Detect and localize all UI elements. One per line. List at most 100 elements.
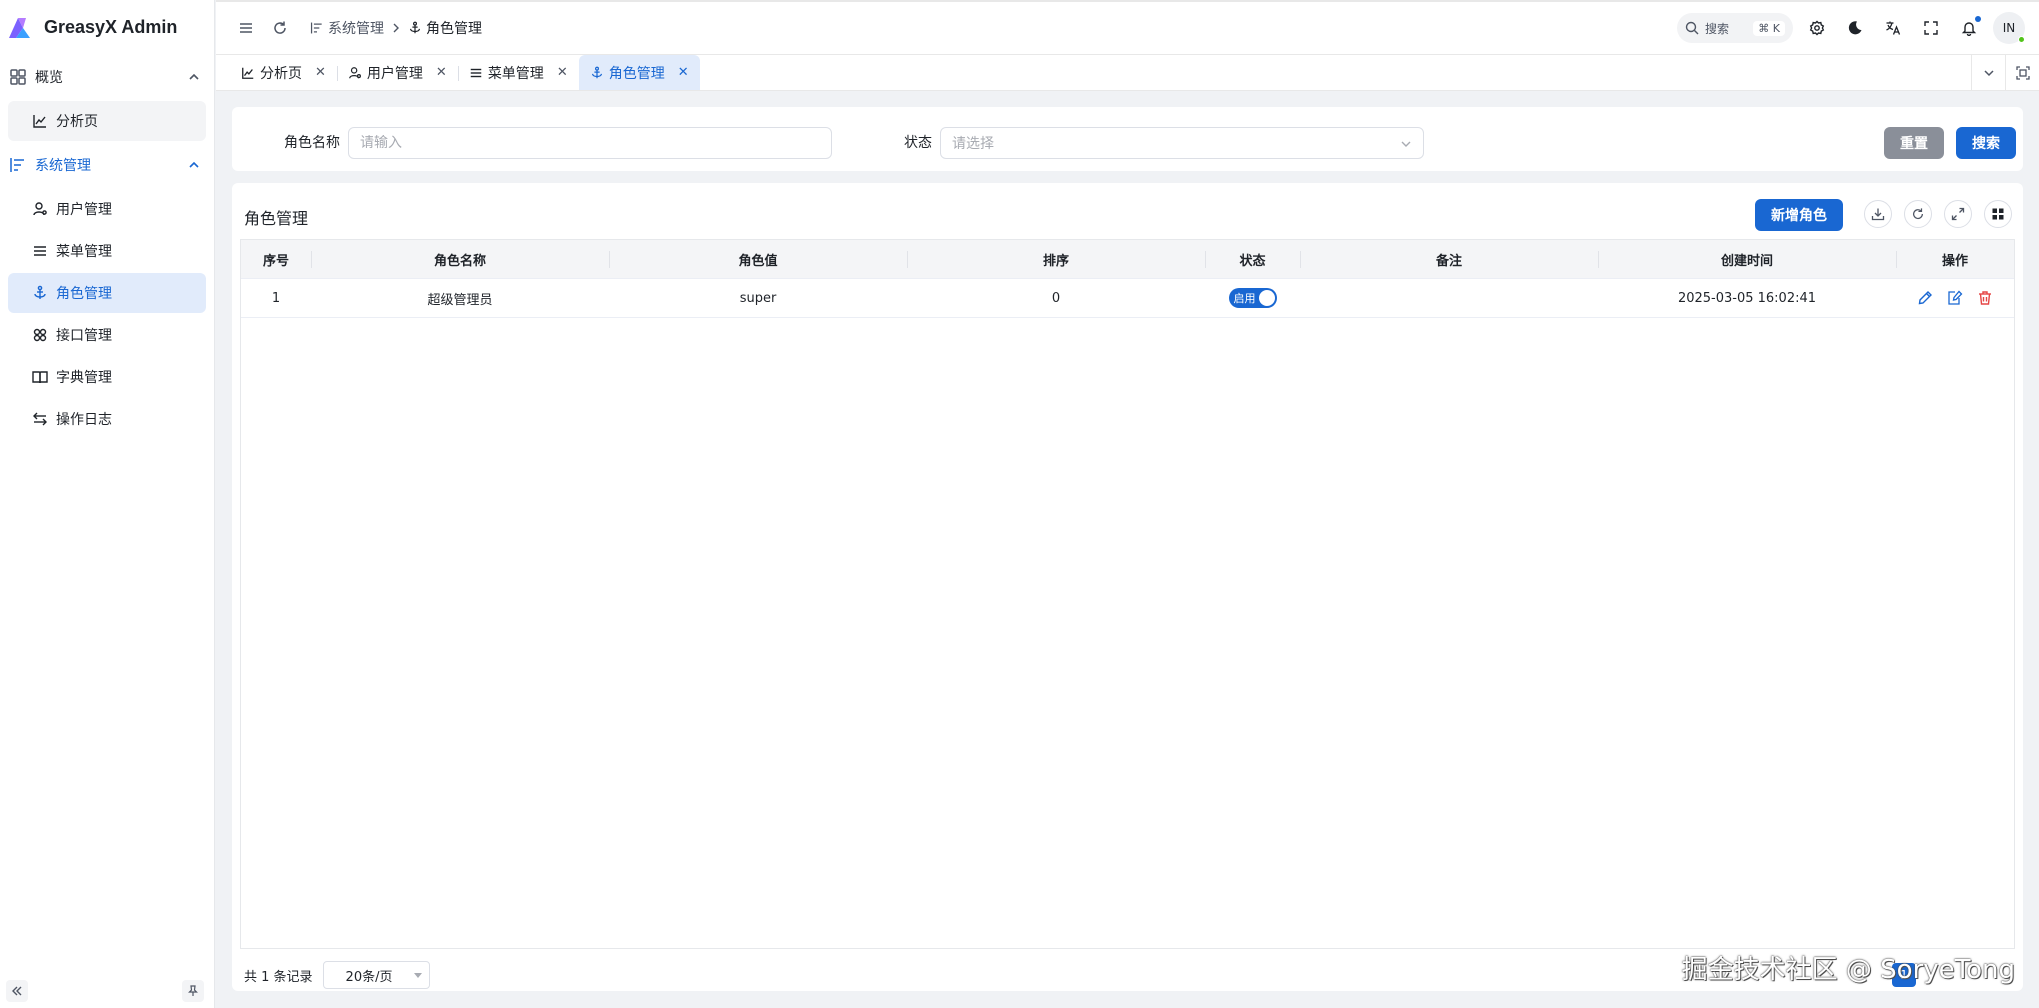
table-fullscreen-button[interactable] [1944, 200, 1972, 228]
settings-button[interactable] [1803, 14, 1831, 42]
close-icon[interactable]: ✕ [557, 65, 568, 80]
table-row[interactable]: 1 超级管理员 super 0 启用 2025-03-05 16:02:41 [241, 279, 2014, 318]
translate-icon [1886, 21, 1901, 35]
notifications-button[interactable] [1955, 14, 1983, 42]
sidebar-item-label: 用户管理 [56, 202, 112, 218]
role-name-label: 角色名称 [284, 135, 340, 151]
user-icon [33, 202, 47, 216]
role-table: 序号 角色名称 角色值 排序 状态 备注 创建时间 操作 1 超级管理员 sup… [240, 239, 2015, 949]
breadcrumb-item-system[interactable]: 系统管理 [310, 18, 384, 38]
system-settings-icon [310, 22, 322, 34]
sidebar-item-label: 接口管理 [56, 328, 112, 344]
table-header-row: 序号 角色名称 角色值 排序 状态 备注 创建时间 操作 [241, 240, 2014, 279]
sidebar-item-analysis[interactable]: 分析页 [8, 101, 206, 141]
column-header: 备注 [1300, 240, 1598, 278]
sidebar-item-menus[interactable]: 菜单管理 [8, 231, 206, 271]
pin-sidebar-button[interactable] [182, 980, 204, 1002]
status-select[interactable]: 请选择 [940, 127, 1424, 159]
trash-icon[interactable] [1977, 290, 1993, 306]
notification-dot [1975, 16, 1981, 22]
sidebar-item-label: 操作日志 [56, 412, 112, 428]
add-role-button[interactable]: 新增角色 [1755, 199, 1843, 231]
sidebar-item-dictionary[interactable]: 字典管理 [8, 357, 206, 397]
close-icon[interactable]: ✕ [678, 65, 689, 80]
fullscreen-icon [1924, 21, 1938, 35]
chevrons-left-icon [12, 986, 22, 996]
logo-icon [9, 17, 30, 38]
refresh-icon [274, 21, 286, 34]
refresh-page-button[interactable] [266, 14, 294, 42]
tabs-dropdown-button[interactable] [1971, 55, 2005, 90]
grid-icon [1992, 208, 2004, 220]
sidebar-item-label: 字典管理 [56, 370, 112, 386]
gear-icon [1809, 20, 1825, 36]
role-name-input[interactable] [360, 135, 831, 151]
swap-icon [33, 412, 47, 426]
close-icon[interactable]: ✕ [436, 65, 447, 80]
chevron-right-icon [393, 23, 399, 33]
chart-line-icon [33, 115, 46, 128]
cell-created-time: 2025-03-05 16:02:41 [1677, 290, 1817, 306]
export-button[interactable] [1864, 200, 1892, 228]
top-header: 系统管理 角色管理 搜索 ⌘ K IN [216, 0, 2039, 54]
toggle-menu-button[interactable] [232, 14, 260, 42]
close-icon[interactable]: ✕ [315, 65, 326, 80]
api-icon [33, 328, 47, 342]
sidebar-item-logs[interactable]: 操作日志 [8, 399, 206, 439]
language-button[interactable] [1879, 14, 1907, 42]
anchor-icon [591, 66, 602, 78]
chevron-up-icon [189, 161, 199, 168]
app-title: GreasyX Admin [44, 17, 178, 37]
reload-table-button[interactable] [1904, 200, 1932, 228]
collapse-sidebar-button[interactable] [6, 980, 28, 1002]
column-header: 创建时间 [1598, 240, 1896, 278]
global-search-label: 搜索 [1705, 21, 1730, 36]
breadcrumb-item-roles[interactable]: 角色管理 [408, 18, 482, 38]
search-button[interactable]: 搜索 [1956, 127, 2016, 159]
avatar[interactable]: IN [1993, 12, 2025, 44]
cell-status: 启用 [1205, 279, 1300, 317]
reset-button[interactable]: 重置 [1884, 127, 1944, 159]
tab-label: 菜单管理 [487, 65, 544, 82]
sidebar-item-apis[interactable]: 接口管理 [8, 315, 206, 355]
menu-list-icon [470, 68, 482, 77]
sidebar-item-users[interactable]: 用户管理 [8, 189, 206, 229]
dashboard-icon [10, 69, 26, 85]
page-size-select[interactable]: 20条/页 [322, 961, 430, 989]
status-switch[interactable]: 启用 [1228, 288, 1277, 308]
total-records: 共 1 条记录 [244, 969, 313, 985]
moon-icon [1848, 21, 1862, 35]
sidebar: GreasyX Admin 概览 分析页 系统管理 用户管理 菜单管理 角色管理 [0, 0, 215, 1008]
global-search-button[interactable]: 搜索 ⌘ K [1677, 13, 1793, 43]
download-icon [1871, 208, 1885, 221]
tab-roles[interactable]: 角色管理 ✕ [578, 55, 700, 90]
sidebar-item-roles[interactable]: 角色管理 [8, 273, 206, 313]
tabs-actions [1971, 55, 2039, 90]
sidebar-group-system[interactable]: 系统管理 [8, 143, 206, 187]
app-logo[interactable]: GreasyX Admin [0, 0, 214, 55]
caret-down-icon [413, 973, 422, 978]
tab-label: 分析页 [260, 65, 302, 82]
fullscreen-button[interactable] [1917, 14, 1945, 42]
header-actions: 搜索 ⌘ K IN [1677, 12, 2039, 44]
hamburger-icon [240, 23, 252, 33]
system-settings-icon [10, 158, 24, 172]
sidebar-group-overview[interactable]: 概览 [8, 55, 206, 99]
switch-knob [1258, 290, 1275, 306]
search-icon [1685, 21, 1699, 35]
column-settings-button[interactable] [1984, 200, 2012, 228]
tab-menus[interactable]: 菜单管理 ✕ [457, 55, 579, 90]
tabs-maximize-button[interactable] [2005, 55, 2039, 90]
sidebar-item-label: 菜单管理 [56, 244, 112, 260]
pin-icon [188, 985, 198, 996]
search-form: 角色名称 状态 请选择 重置 搜索 [232, 107, 2023, 171]
tab-analysis[interactable]: 分析页 ✕ [230, 55, 337, 90]
theme-toggle-button[interactable] [1841, 14, 1869, 42]
permission-edit-icon[interactable] [1947, 290, 1963, 306]
tab-users[interactable]: 用户管理 ✕ [336, 55, 458, 90]
sidebar-menu: 概览 分析页 系统管理 用户管理 菜单管理 角色管理 接口管理 字典管理 操作日… [0, 55, 214, 439]
status-switch-label: 启用 [1233, 292, 1256, 305]
chevron-down-icon [1401, 141, 1411, 147]
cell-actions [1896, 279, 2014, 317]
edit-icon[interactable] [1917, 290, 1933, 306]
